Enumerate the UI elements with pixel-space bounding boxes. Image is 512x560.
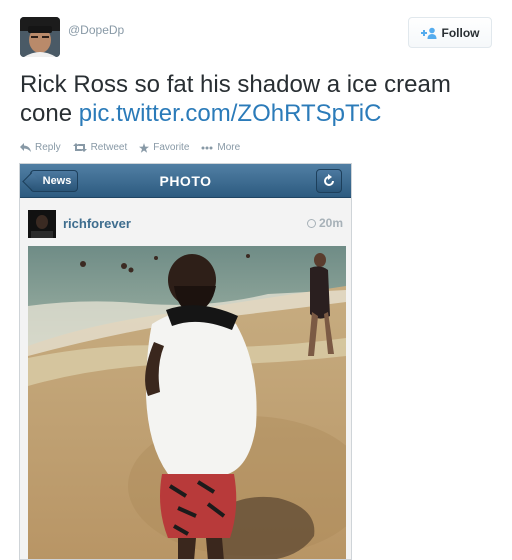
follow-button[interactable]: Follow [408,17,492,48]
follow-label: Follow [441,25,480,40]
retweet-label: Retweet [90,142,128,153]
tweet-media-link[interactable]: pic.twitter.com/ZOhRTSpTiC [79,100,382,127]
refresh-icon [324,174,334,186]
reply-button[interactable]: Reply [20,142,61,153]
more-label: More [217,142,241,153]
avatar-image [20,17,60,57]
tweet-photo[interactable]: News PHOTO richforever 20m [19,163,352,560]
favorite-button[interactable]: Favorite [139,142,189,153]
post-username: richforever [63,216,131,231]
post-time-label: 20m [318,216,343,230]
user-avatar[interactable] [20,17,60,57]
tweet-actions: Reply Retweet Favorite More [20,142,240,153]
beach-photo-image [28,246,346,559]
post-avatar [28,210,56,238]
star-icon [139,142,150,153]
reply-label: Reply [35,142,61,153]
clock-icon [306,218,316,228]
instagram-nav-bar: News PHOTO [20,164,351,198]
retweet-button[interactable]: Retweet [72,142,128,153]
add-user-icon [420,27,436,39]
more-icon [201,146,213,149]
more-button[interactable]: More [201,142,240,153]
beach-photo [28,246,346,559]
instagram-title: PHOTO [159,173,212,189]
retweet-icon [72,143,87,152]
post-header: richforever 20m [20,204,351,240]
user-handle[interactable]: @DopeDp [68,23,124,37]
tweet-text: Rick Ross so fat his shadow a ice cream … [20,70,490,128]
refresh-button [316,169,342,193]
post-timestamp: 20m [306,216,343,230]
post-avatar-image [28,210,56,238]
favorite-label: Favorite [153,142,190,153]
reply-icon [20,143,31,152]
